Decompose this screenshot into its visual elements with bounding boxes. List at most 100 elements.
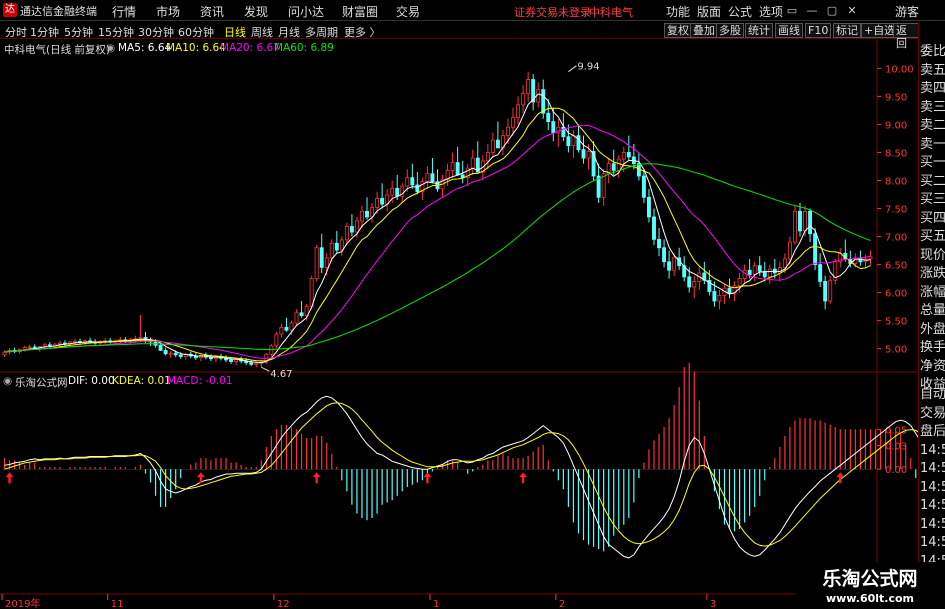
- sidebar-field[interactable]: 外盘: [920, 322, 945, 338]
- sidebar-field[interactable]: 买一: [920, 155, 945, 171]
- multi-stock-button[interactable]: 多股: [716, 23, 744, 38]
- candle-body: [626, 152, 631, 158]
- mark-button[interactable]: 标记: [833, 23, 861, 38]
- candle-body: [334, 242, 339, 251]
- menu-item-wealth[interactable]: 财富圈: [342, 3, 378, 20]
- period-5min[interactable]: 5分钟: [64, 24, 93, 40]
- menu-item-function[interactable]: 功能: [666, 3, 690, 20]
- price-annotations: 9.944.67: [261, 62, 600, 380]
- overlay-button[interactable]: 叠加: [690, 23, 718, 38]
- sidebar-field[interactable]: 涨幅: [920, 285, 945, 301]
- candle-body: [279, 326, 284, 335]
- candle-body: [450, 162, 455, 171]
- menu-item-layout[interactable]: 版面: [697, 3, 721, 20]
- maximize-icon[interactable]: ▢: [823, 2, 841, 19]
- price-tick-label: 8.00: [885, 176, 907, 187]
- period-daily[interactable]: 日线: [224, 24, 246, 40]
- adjust-button[interactable]: 复权: [664, 23, 692, 38]
- sidebar-field[interactable]: 买三: [920, 192, 945, 208]
- settings-icon[interactable]: ◉: [106, 42, 115, 54]
- candle-body: [652, 216, 656, 240]
- menu-item-options[interactable]: 选项: [759, 3, 783, 20]
- period-multi[interactable]: 多周期: [305, 24, 338, 40]
- menu-item-formula[interactable]: 公式: [728, 3, 752, 20]
- sidebar-field[interactable]: 卖一: [920, 137, 945, 153]
- candle-body: [289, 322, 294, 331]
- candle-body: [405, 177, 410, 187]
- candle-body: [299, 312, 304, 317]
- ma60-line: [4, 163, 871, 353]
- sidebar-field[interactable]: 现价: [920, 248, 945, 264]
- candle-body: [173, 352, 178, 356]
- date-tick-label: 2019年: [5, 597, 40, 609]
- sidebar-field[interactable]: 委比: [920, 44, 945, 60]
- sidebar-field[interactable]: 14:56: [920, 517, 945, 533]
- price-tick-label: 6.00: [885, 289, 907, 300]
- sidebar-field[interactable]: 14:56: [920, 535, 945, 551]
- period-monthly[interactable]: 月线: [278, 24, 300, 40]
- indicator-header: ◉ 乐淘公式网 DIF: 0.00 KDEA: 0.01 MACD: -0.01: [0, 373, 870, 389]
- minimize-icon[interactable]: —: [803, 2, 821, 19]
- sidebar-field[interactable]: 14:56: [920, 480, 945, 496]
- period-30min[interactable]: 30分钟: [138, 24, 174, 40]
- menu-item-exchange[interactable]: 市场: [156, 3, 180, 20]
- candle-body: [521, 93, 526, 106]
- draw-line-button[interactable]: 画线: [775, 23, 803, 38]
- sidebar-field[interactable]: 买二: [920, 174, 945, 190]
- moving-average-lines: [4, 93, 871, 364]
- sidebar-field[interactable]: 涨跌: [920, 266, 945, 282]
- indicator-settings-icon[interactable]: ◉: [3, 375, 12, 387]
- sidebar-field[interactable]: 净资: [920, 359, 945, 375]
- candle-body: [319, 247, 324, 268]
- sidebar-field[interactable]: 总量: [920, 303, 945, 319]
- candle-body: [360, 210, 364, 222]
- menu-item-discover[interactable]: 发现: [244, 3, 268, 20]
- chart-gridlines: [0, 40, 918, 609]
- statistics-button[interactable]: 统计: [745, 23, 773, 38]
- sidebar-field[interactable]: 自动: [920, 387, 945, 403]
- close-icon[interactable]: ✕: [843, 2, 861, 19]
- candle-body: [339, 239, 344, 251]
- ma5-value: MA5: 6.64: [118, 42, 172, 54]
- sidebar-field[interactable]: 卖三: [920, 100, 945, 116]
- sidebar-field[interactable]: 14:56: [920, 461, 945, 477]
- candle-body: [138, 337, 143, 340]
- restore-icon[interactable]: ▭: [783, 2, 801, 19]
- candle-body: [415, 184, 420, 193]
- sidebar-field[interactable]: 盘后: [920, 424, 945, 440]
- candle-body: [793, 210, 797, 243]
- period-1min[interactable]: 1分钟: [30, 24, 59, 40]
- stock-title[interactable]: 中科电气(日线 前复权): [4, 42, 110, 57]
- sidebar-field[interactable]: 14:56: [920, 498, 945, 514]
- indicator-lines: [4, 395, 945, 559]
- menu-item-news[interactable]: 资讯: [200, 3, 224, 20]
- period-15min[interactable]: 15分钟: [98, 24, 134, 40]
- sidebar-field[interactable]: 卖五: [920, 63, 945, 79]
- menu-item-ask[interactable]: 问小达: [288, 3, 324, 20]
- period-intraday[interactable]: 分时: [5, 24, 27, 40]
- menu-item-market[interactable]: 行情: [112, 3, 136, 20]
- sidebar-field[interactable]: 买五: [920, 229, 945, 245]
- sidebar-field[interactable]: 换手: [920, 340, 945, 356]
- sidebar-field[interactable]: 交易: [920, 406, 945, 422]
- period-more[interactable]: 更多 〉: [344, 24, 381, 40]
- guest-user[interactable]: 游客: [895, 3, 919, 20]
- price-tick-label: 9.50: [885, 92, 907, 103]
- app-title: 通达信金融终端: [20, 5, 97, 18]
- period-weekly[interactable]: 周线: [251, 24, 273, 40]
- f10-button[interactable]: F10: [805, 23, 832, 38]
- sidebar-field[interactable]: 卖二: [920, 118, 945, 134]
- candlestick-series: [2, 71, 873, 368]
- candle-body: [324, 257, 329, 268]
- back-button[interactable]: 返回: [893, 23, 920, 50]
- indicator-title[interactable]: 乐淘公式网: [15, 375, 68, 390]
- up-arrow-icon: [519, 472, 528, 484]
- sidebar-field[interactable]: 14:50: [920, 443, 945, 459]
- candle-body: [163, 349, 168, 355]
- annotation-leader: [568, 65, 577, 73]
- sidebar-field[interactable]: 买四: [920, 211, 945, 227]
- period-60min[interactable]: 60分钟: [178, 24, 214, 40]
- menu-item-trade[interactable]: 交易: [396, 3, 420, 20]
- candle-body: [616, 158, 621, 171]
- sidebar-field[interactable]: 卖四: [920, 81, 945, 97]
